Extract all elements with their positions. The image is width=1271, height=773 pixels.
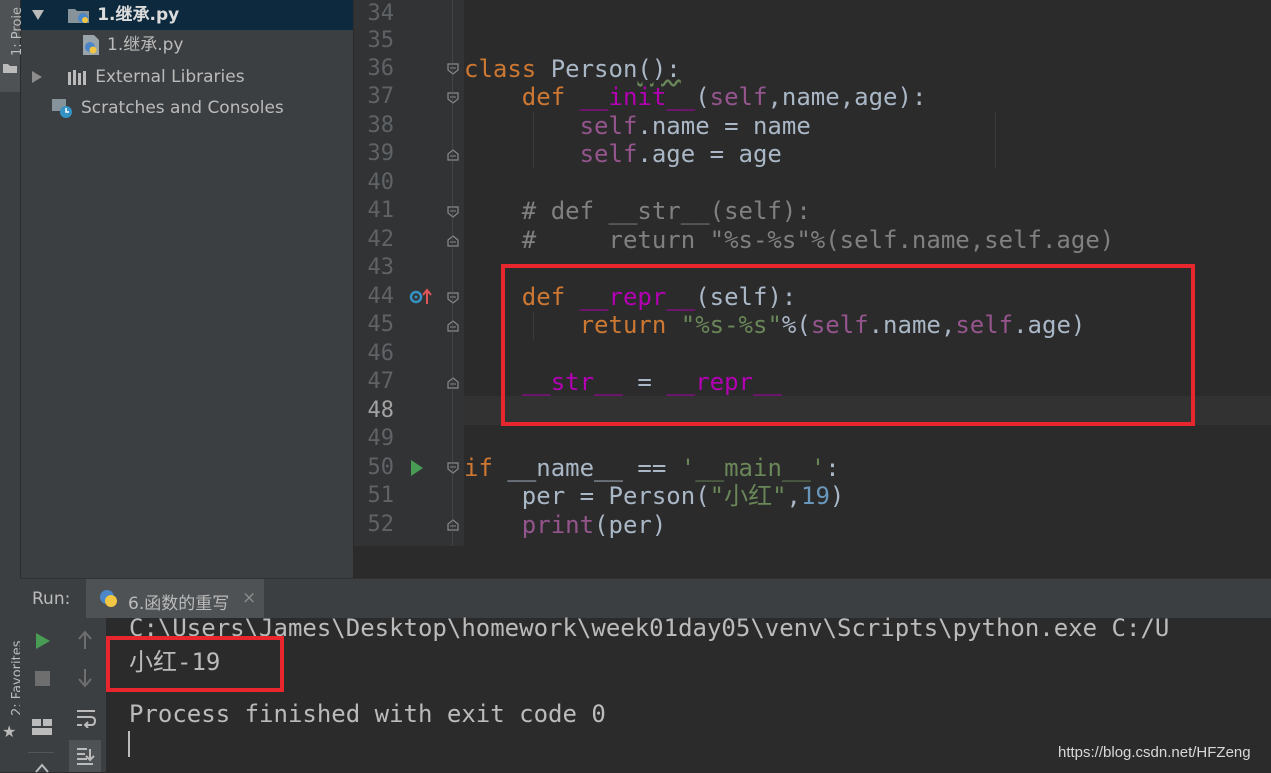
tree-item-label: 1.继承.py <box>107 35 184 55</box>
line-number: 48 <box>367 398 395 423</box>
run-toolbar-secondary <box>64 618 107 772</box>
soft-wrap-icon[interactable] <box>75 708 97 728</box>
code-line-36: class Person(): <box>464 55 681 83</box>
tree-item-label: External Libraries <box>95 67 245 87</box>
layout-icon[interactable] <box>31 718 53 736</box>
run-tab[interactable]: 6.函数的重写 × <box>86 579 264 619</box>
line-number: 43 <box>367 255 395 280</box>
tree-item-external-libraries[interactable]: External Libraries <box>21 62 245 92</box>
line-number: 47 <box>367 369 395 394</box>
run-label: Run: <box>32 589 71 609</box>
project-tool-tab[interactable]: 1: Proje <box>0 0 25 92</box>
line-number: 41 <box>367 198 395 223</box>
run-toolbar-primary <box>20 618 64 773</box>
line-number: 46 <box>367 341 395 366</box>
code-line-51: per = Person("小红",19) <box>521 482 845 510</box>
line-number: 45 <box>367 312 395 337</box>
fold-end-icon[interactable] <box>447 519 459 531</box>
folder-python-icon <box>68 9 90 23</box>
line-number: 44 <box>367 284 395 309</box>
console-exit-message: Process finished with exit code 0 <box>129 700 606 728</box>
star-icon: ★ <box>2 722 17 741</box>
left-tool-strip: 1: Proje 2: Favorites ★ <box>0 0 25 772</box>
line-number: 37 <box>367 84 395 109</box>
expand-arrow-icon[interactable] <box>32 10 45 20</box>
folder-icon <box>3 64 17 73</box>
favorites-tool-tab[interactable]: 2: Favorites ★ <box>0 618 25 772</box>
fold-marker-icon[interactable] <box>447 63 459 75</box>
code-line-42: # return "%s-%s"%(self.name,self.age) <box>521 226 1115 254</box>
line-number: 51 <box>367 483 395 508</box>
code-line-38: self.name = name <box>579 112 811 140</box>
library-icon <box>68 70 87 85</box>
fold-marker-icon[interactable] <box>447 206 459 218</box>
down-arrow-icon[interactable] <box>77 668 93 688</box>
tree-item-label: 1.继承.py <box>97 5 180 25</box>
line-number: 40 <box>367 170 395 195</box>
tree-item-file[interactable]: 1.继承.py <box>81 30 183 60</box>
python-file-icon <box>83 35 99 55</box>
highlight-box <box>501 264 1195 426</box>
fold-end-icon[interactable] <box>447 235 459 247</box>
scratches-icon <box>52 99 72 118</box>
python-icon <box>100 590 117 607</box>
rerun-icon[interactable] <box>35 632 51 650</box>
close-icon[interactable]: × <box>242 588 256 608</box>
line-number: 34 <box>367 1 395 26</box>
code-line-41: # def __str__(self): <box>521 197 811 225</box>
run-gutter-icon[interactable] <box>410 459 424 477</box>
fold-marker-icon[interactable] <box>447 292 459 304</box>
code-line-39: self.age = age <box>579 140 782 168</box>
collapse-arrow-icon[interactable] <box>32 71 43 83</box>
fold-line <box>452 0 453 546</box>
line-number: 39 <box>367 141 395 166</box>
line-number: 50 <box>367 455 395 480</box>
run-panel-header: Run: 6.函数的重写 × <box>20 578 1271 619</box>
output-highlight-box <box>106 636 284 692</box>
stop-icon[interactable] <box>35 671 51 687</box>
override-icon[interactable] <box>409 287 433 307</box>
text-cursor <box>128 731 130 757</box>
up-arrow-icon[interactable] <box>77 630 93 650</box>
run-tab-label: 6.函数的重写 <box>128 594 230 614</box>
code-line-50: if __name__ == '__main__': <box>464 454 840 482</box>
fold-end-icon[interactable] <box>447 377 459 389</box>
tree-item-scratches[interactable]: Scratches and Consoles <box>51 93 284 123</box>
scroll-to-end-button[interactable] <box>69 740 101 772</box>
line-number: 36 <box>367 56 395 81</box>
line-number: 52 <box>367 512 395 537</box>
fold-end-icon[interactable] <box>447 320 459 332</box>
line-number: 42 <box>367 227 395 252</box>
line-number: 38 <box>367 113 395 138</box>
line-number: 35 <box>367 28 395 53</box>
toolbar-divider <box>28 752 54 753</box>
tree-item-folder[interactable]: 1.继承.py <box>21 0 353 30</box>
code-line-52: print(per) <box>521 511 667 539</box>
fold-marker-icon[interactable] <box>447 462 459 474</box>
console-command: C:\Users\James\Desktop\homework\week01da… <box>129 614 1170 642</box>
scroll-to-end-icon <box>77 748 95 765</box>
fold-marker-icon[interactable] <box>447 92 459 104</box>
tree-item-label: Scratches and Consoles <box>81 98 284 118</box>
fold-end-icon[interactable] <box>447 149 459 161</box>
watermark: https://blog.csdn.net/HFZeng <box>1058 744 1251 761</box>
indent-guide <box>995 112 996 168</box>
code-line-37: def __init__(self,name,age): <box>521 83 927 111</box>
line-number: 49 <box>367 426 395 451</box>
project-tree: 1.继承.py 1.继承.py External Libraries Scrat… <box>21 0 353 578</box>
